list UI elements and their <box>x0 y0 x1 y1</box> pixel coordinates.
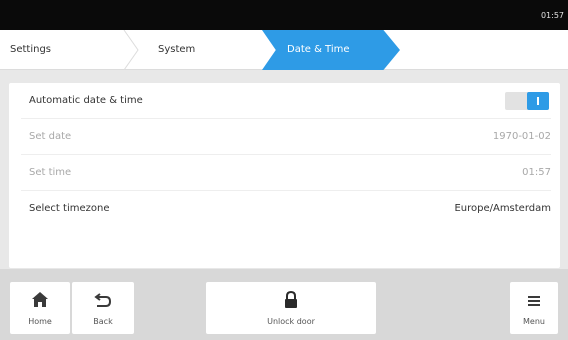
back-button[interactable]: Back <box>72 282 134 334</box>
breadcrumb-date-time-label: Date & Time <box>287 44 350 55</box>
lock-icon <box>206 291 376 309</box>
breadcrumb-system-label: System <box>158 44 196 55</box>
select-timezone-row[interactable]: Select timezone Europe/Amsterdam <box>21 191 551 227</box>
set-time-label: Set time <box>29 167 72 178</box>
set-date-value: 1970-01-02 <box>492 131 551 142</box>
hamburger-menu-icon <box>510 291 558 309</box>
home-icon <box>10 291 70 309</box>
select-timezone-label: Select timezone <box>29 203 110 214</box>
set-date-label: Set date <box>29 131 72 142</box>
menu-label: Menu <box>523 317 545 326</box>
breadcrumb-settings-label: Settings <box>10 44 52 55</box>
home-label: Home <box>28 317 52 326</box>
set-time-row: Set time 01:57 <box>21 155 551 191</box>
set-date-row: Set date 1970-01-02 <box>21 119 551 155</box>
toggle-knob <box>527 92 549 110</box>
breadcrumb-date-time[interactable]: Date & Time <box>262 30 400 70</box>
breadcrumb: Settings System Date & Time <box>0 30 568 70</box>
set-time-value: 01:57 <box>522 167 551 178</box>
unlock-door-label: Unlock door <box>267 317 315 326</box>
back-arrow-icon <box>72 291 134 309</box>
breadcrumb-system[interactable]: System <box>140 30 270 70</box>
date-time-settings-panel: Automatic date & time Set date 1970-01-0… <box>9 83 560 268</box>
timezone-value: Europe/Amsterdam <box>454 203 551 214</box>
status-clock: 01:57 <box>540 11 564 20</box>
home-button[interactable]: Home <box>10 282 70 334</box>
breadcrumb-settings[interactable]: Settings <box>10 30 140 70</box>
breadcrumb-separator-icon <box>122 30 140 70</box>
automatic-date-time-row[interactable]: Automatic date & time <box>21 83 551 119</box>
back-label: Back <box>93 317 113 326</box>
status-bar: 01:57 <box>0 0 568 30</box>
automatic-date-time-toggle[interactable] <box>505 92 549 110</box>
unlock-door-button[interactable]: Unlock door <box>206 282 376 334</box>
bottom-navigation-bar: Home Back Unlock door Menu <box>0 269 568 340</box>
automatic-date-time-label: Automatic date & time <box>29 95 143 106</box>
menu-button[interactable]: Menu <box>510 282 558 334</box>
